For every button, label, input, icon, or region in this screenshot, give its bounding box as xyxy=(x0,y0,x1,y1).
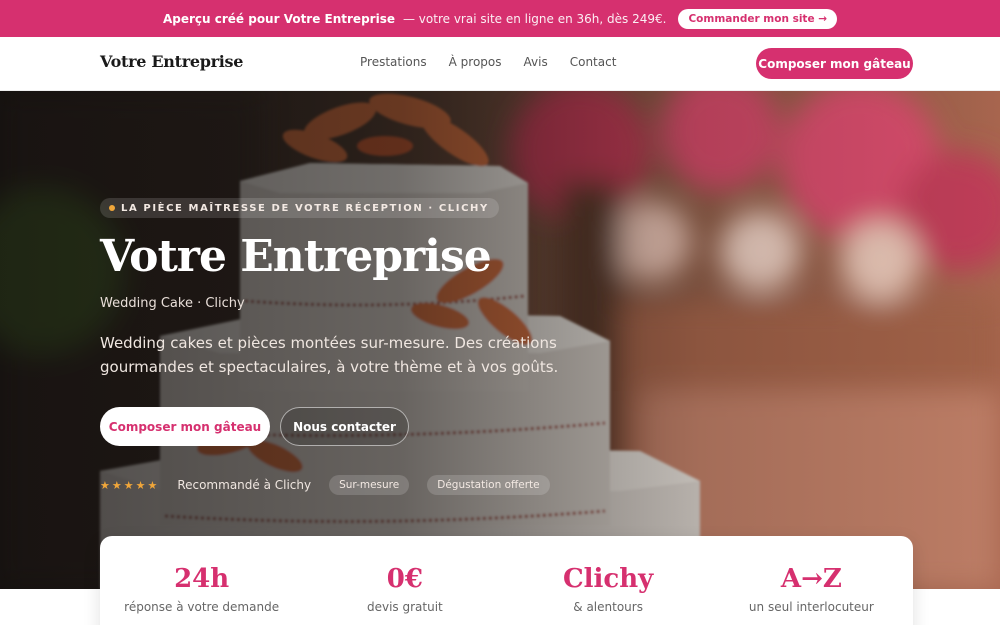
stat-item: Clichy & alentours xyxy=(507,536,710,625)
hero-title: Votre Entreprise xyxy=(100,231,492,282)
stat-value: 0€ xyxy=(386,564,423,594)
nav-item-prestations[interactable]: Prestations xyxy=(360,55,427,69)
nav-item-about[interactable]: À propos xyxy=(449,55,502,69)
hero-section: LA PIÈCE MAÎTRESSE DE VOTRE RÉCEPTION · … xyxy=(0,91,1000,589)
compose-cake-button[interactable]: Composer mon gâteau xyxy=(100,407,270,446)
badge-custom: Sur-mesure xyxy=(329,475,410,495)
promo-lead: Aperçu créé pour Votre Entreprise xyxy=(162,11,395,26)
stat-item: A→Z un seul interlocuteur xyxy=(710,536,913,625)
promo-bar: Aperçu créé pour Votre Entreprise — votr… xyxy=(0,0,1000,37)
stats-card: 24h réponse à votre demande 0€ devis gra… xyxy=(100,536,913,625)
eyebrow-text: LA PIÈCE MAÎTRESSE DE VOTRE RÉCEPTION · … xyxy=(121,202,489,214)
brand-logo[interactable]: Votre Entreprise xyxy=(100,52,243,71)
recommendation-text: Recommandé à Clichy xyxy=(177,478,312,492)
order-site-button[interactable]: Commander mon site → xyxy=(678,8,838,29)
contact-us-button[interactable]: Nous contacter xyxy=(280,407,409,446)
dot-icon xyxy=(109,205,115,211)
stat-label: devis gratuit xyxy=(366,600,443,614)
stat-label: réponse à votre demande xyxy=(124,600,280,614)
hero-description: Wedding cakes et pièces montées sur-mesu… xyxy=(100,334,559,376)
promo-text: — votre vrai site en ligne en 36h, dès 2… xyxy=(402,11,667,26)
stat-value: Clichy xyxy=(562,564,654,594)
nav-item-contact[interactable]: Contact xyxy=(570,55,617,69)
hero-eyebrow-badge: LA PIÈCE MAÎTRESSE DE VOTRE RÉCEPTION · … xyxy=(100,198,499,218)
stat-label: un seul interlocuteur xyxy=(748,600,874,614)
stat-item: 24h réponse à votre demande xyxy=(100,536,303,625)
badge-tasting: Dégustation offerte xyxy=(427,475,550,495)
nav-item-reviews[interactable]: Avis xyxy=(524,55,548,69)
hero-subtitle: Wedding Cake · Clichy xyxy=(100,296,245,311)
star-rating-icon: ★★★★★ xyxy=(100,478,160,492)
stat-item: 0€ devis gratuit xyxy=(303,536,506,625)
stat-label: & alentours xyxy=(573,600,643,614)
site-header: Votre Entreprise Prestations À propos Av… xyxy=(0,37,1000,91)
stat-value: 24h xyxy=(174,564,230,594)
stat-value: A→Z xyxy=(780,564,842,594)
trust-row: ★★★★★ Recommandé à Clichy Sur-mesure Dég… xyxy=(100,475,550,495)
header-compose-cake-button[interactable]: Composer mon gâteau xyxy=(756,48,913,79)
main-nav: Prestations À propos Avis Contact xyxy=(360,55,616,69)
